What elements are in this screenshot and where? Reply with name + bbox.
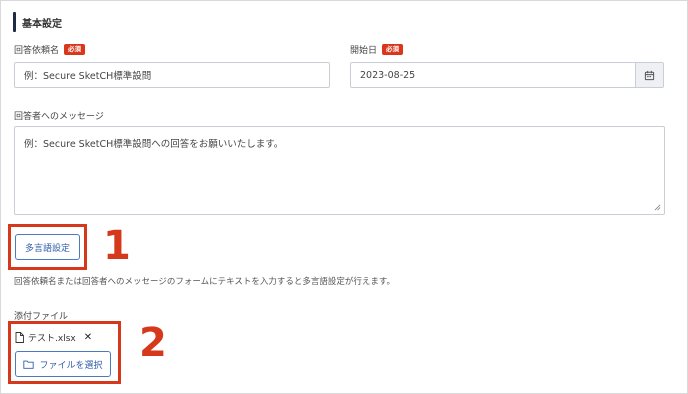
file-icon <box>15 332 24 343</box>
request-name-input[interactable]: 例：Secure SketCH標準設問 <box>14 62 330 88</box>
start-date-value: 2023-08-25 <box>360 69 416 81</box>
resize-handle-icon[interactable] <box>654 204 661 211</box>
callout-number-2: 2 <box>139 320 167 366</box>
multilang-help-text: 回答依頼名または回答者へのメッセージのフォームにテキストを入力すると多言語設定が… <box>14 277 395 287</box>
request-name-label-text: 回答依頼名 <box>14 46 60 56</box>
message-label-text: 回答者へのメッセージ <box>14 112 104 122</box>
required-badge: 必須 <box>382 44 404 55</box>
required-badge: 必須 <box>64 44 86 55</box>
section-title: 基本設定 <box>22 18 62 30</box>
multilang-settings-label: 多言語設定 <box>24 243 70 254</box>
attached-file-item: テスト.xlsx ✕ <box>15 331 92 344</box>
remove-file-icon[interactable]: ✕ <box>84 332 92 343</box>
select-file-label: ファイルを選択 <box>39 360 103 371</box>
multilang-settings-button[interactable]: 多言語設定 <box>15 234 80 260</box>
start-date-input[interactable]: 2023-08-25 <box>350 62 664 88</box>
message-value: 例：Secure SketCH標準設問への回答をお願いいたします。 <box>24 139 284 150</box>
folder-icon <box>23 360 35 369</box>
section-header: 基本設定 <box>13 12 62 32</box>
settings-panel: 基本設定 回答依頼名 必須 例：Secure SketCH標準設問 開始日 必須… <box>0 0 688 394</box>
start-date-label-text: 開始日 <box>350 46 378 56</box>
message-textarea[interactable]: 例：Secure SketCH標準設問への回答をお願いいたします。 <box>14 126 665 215</box>
attached-file-name: テスト.xlsx <box>28 334 76 344</box>
request-name-label: 回答依頼名 必須 <box>14 43 86 56</box>
request-name-value: 例：Secure SketCH標準設問 <box>24 71 152 82</box>
message-label: 回答者へのメッセージ <box>14 109 104 122</box>
calendar-button[interactable] <box>635 63 663 87</box>
section-accent-bar <box>13 12 16 32</box>
callout-number-1: 1 <box>103 223 131 269</box>
calendar-icon <box>644 70 655 80</box>
start-date-label: 開始日 必須 <box>350 43 404 56</box>
select-file-button[interactable]: ファイルを選択 <box>15 351 111 377</box>
